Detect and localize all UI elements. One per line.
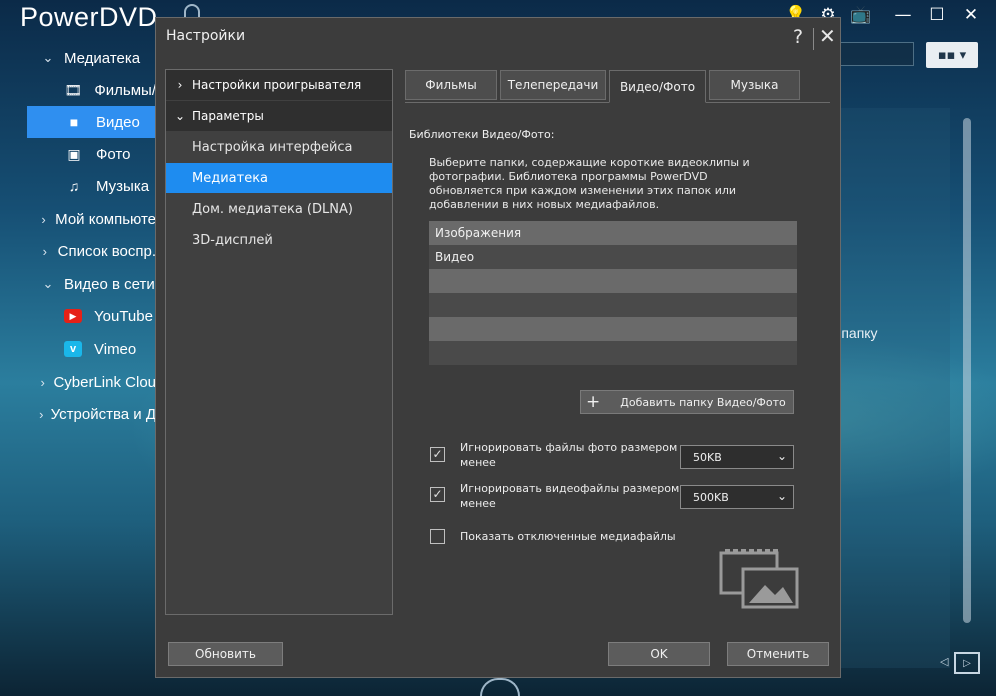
close-window-icon[interactable]: ✕ [958,2,984,28]
nav-label: Список воспр. [57,242,156,260]
youtube-icon: ▶ [64,309,82,323]
chevron-right-icon: › [40,374,45,390]
tree-item-3d-display[interactable]: 3D-дисплей [166,225,392,255]
nav-label: YouTube [94,307,153,325]
minimize-icon[interactable]: — [890,2,916,28]
nav-devices[interactable]: › Устройства и Д [0,398,156,430]
help-icon[interactable]: ? [793,26,803,48]
photo-size-select[interactable]: 50KB ⌄ [680,445,794,469]
tab-tv[interactable]: Телепередачи [500,70,606,100]
folder-row-empty [429,269,797,293]
nav-label: Фильмы/ [94,81,156,99]
nav-label: Медиатека [64,49,141,67]
chevron-right-icon: › [39,406,44,422]
chevron-right-icon: › [41,211,46,227]
nav-cyberlink-cloud[interactable]: › CyberLink Clou [0,366,156,398]
folder-row-empty [429,341,797,365]
app-title: PowerDVD [20,2,158,32]
folder-list: Изображения Видео [429,221,797,367]
photo-size-value: 50KB [693,450,722,464]
tv-icon[interactable]: 📺 [848,2,874,28]
ignore-photo-label: Игнорировать файлы фото размером менее [460,441,678,469]
tree-item-interface[interactable]: Настройка интерфейса [166,132,392,162]
nav-label: Видео [96,113,140,131]
tab-video-photo[interactable]: Видео/Фото [609,70,706,103]
plus-icon: + [586,392,601,412]
description-text: Выберите папки, содержащие короткие виде… [429,156,750,211]
nav-my-computer[interactable]: › Мой компьюте [0,203,156,235]
close-icon[interactable]: ✕ [819,24,836,48]
nav-label: Мой компьюте [55,210,156,228]
nav-label: CyberLink Clou [53,373,156,391]
folder-row-video[interactable]: Видео [429,245,797,269]
nav-photo[interactable]: ▣ Фото [0,138,156,170]
search-input[interactable] [840,42,914,66]
chevron-down-icon: ⌄ [174,109,186,123]
dialog-title: Настройки [166,28,246,44]
film-icon: 🎞 [64,81,83,98]
music-note-icon: ♫ [68,178,80,194]
nav-label: Музыка [96,177,150,195]
ignore-video-label: Игнорировать видеофайлы размером менее [460,482,680,510]
settings-tree: › Настройки проигрывателя ⌄ Параметры На… [165,69,393,615]
tab-bar: Фильмы Телепередачи Видео/Фото Музыка [405,70,830,103]
add-folder-button[interactable]: + Добавить папку Видео/Фото [580,390,794,414]
nav-online-video[interactable]: ⌄ Видео в сети [0,268,156,300]
nav-label: Vimeo [94,340,137,358]
tree-section-parameters[interactable]: ⌄ Параметры [166,101,392,131]
tab-music[interactable]: Музыка [709,70,800,100]
video-size-value: 500KB [693,490,729,504]
maximize-icon[interactable]: ☐ [924,2,950,28]
nav-playlists[interactable]: › Список воспр. [0,235,156,267]
ok-button[interactable]: OK [608,642,710,666]
nav-label: Устройства и Д [50,405,156,423]
nav-mediatheque[interactable]: ⌄ Медиатека [0,42,156,74]
tree-section-label: Настройки проигрывателя [192,78,362,92]
refresh-button[interactable]: Обновить [168,642,283,666]
tree-item-dlna[interactable]: Дом. медиатека (DLNA) [166,194,392,224]
media-library-icon [719,549,799,609]
settings-dialog: Настройки ? ✕ › Настройки проигрывателя … [155,17,841,678]
section-title: Библиотеки Видео/Фото: [409,128,555,141]
folder-row-empty [429,317,797,341]
tab-films[interactable]: Фильмы [405,70,497,100]
chevron-down-icon: ⌄ [42,276,54,291]
collapse-icon[interactable]: ◁ [940,655,948,668]
tree-item-mediatheque[interactable]: Медиатека [166,163,392,193]
divider [813,28,814,50]
grid-view-icon: ▪▪ ▾ [937,47,967,63]
nav-films[interactable]: 🎞 Фильмы/ [0,74,156,106]
chevron-right-icon: › [177,78,183,92]
photo-icon: ▣ [67,145,81,162]
ignore-photo-checkbox[interactable]: ✓ [430,447,445,462]
nav-vimeo[interactable]: v Vimeo [0,333,156,365]
show-disabled-label: Показать отключенные медиафайлы [460,530,676,543]
scrollbar[interactable] [963,118,971,623]
chevron-right-icon: › [42,243,47,259]
nav-music[interactable]: ♫ Музыка [0,170,156,202]
ignore-video-checkbox[interactable]: ✓ [430,487,445,502]
add-folder-label: Добавить папку Видео/Фото [620,395,786,409]
cancel-button[interactable]: Отменить [727,642,829,666]
view-mode-button[interactable]: ▪▪ ▾ [926,42,978,68]
nav-youtube[interactable]: ▶ YouTube [0,300,156,332]
tree-section-player-settings[interactable]: › Настройки проигрывателя [166,70,392,100]
video-size-select[interactable]: 500KB ⌄ [680,485,794,509]
chevron-down-icon: ⌄ [42,50,54,65]
show-disabled-checkbox[interactable] [430,529,445,544]
nav-video[interactable]: ■ Видео [27,106,156,138]
folder-row-images[interactable]: Изображения [429,221,797,245]
chevron-down-icon: ⌄ [776,489,787,503]
tree-section-label: Параметры [192,109,264,123]
video-camera-icon: ■ [69,114,79,130]
folder-row-empty [429,293,797,317]
vimeo-icon: v [64,341,82,357]
play-icon[interactable]: ▷ [954,652,980,674]
chevron-down-icon: ⌄ [776,449,787,463]
nav-label: Видео в сети [64,275,155,293]
nav-label: Фото [96,145,131,163]
